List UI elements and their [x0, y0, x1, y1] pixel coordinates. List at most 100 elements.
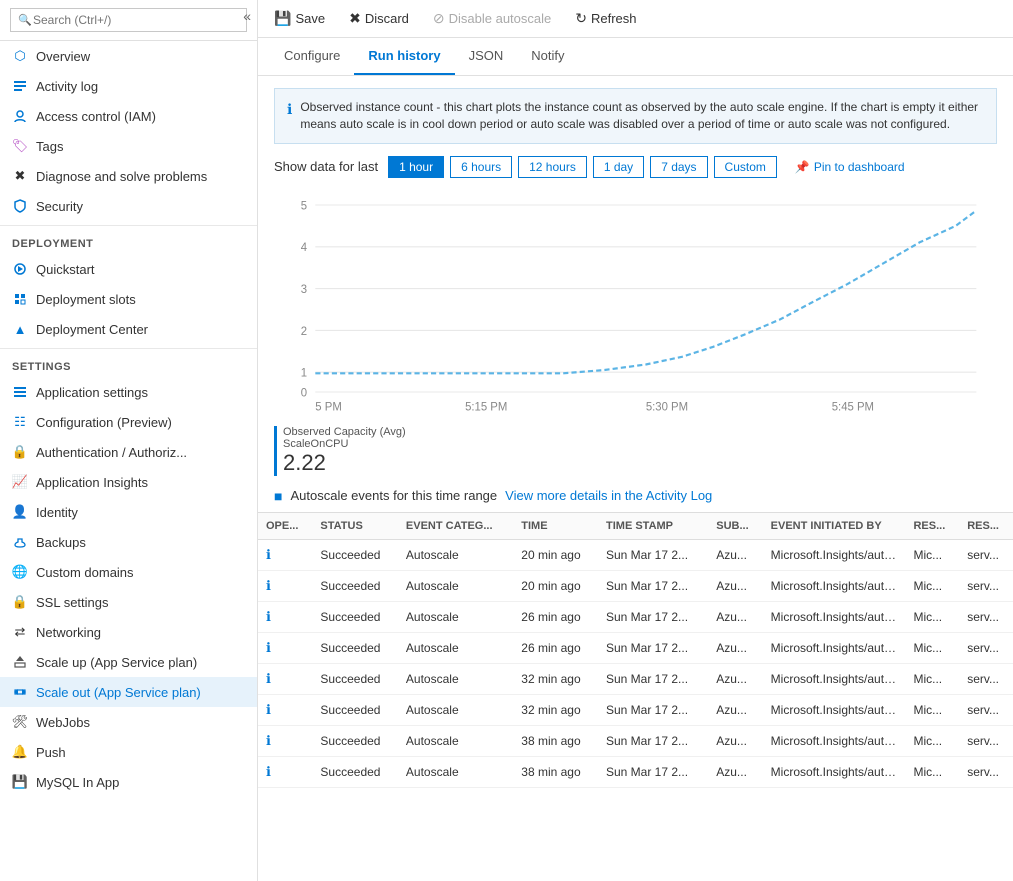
- collapse-sidebar-button[interactable]: «: [237, 0, 257, 32]
- table-row[interactable]: ℹ Succeeded Autoscale 20 min ago Sun Mar…: [258, 539, 1013, 570]
- row-timestamp: Sun Mar 17 2...: [598, 694, 708, 725]
- row-icon-cell: ℹ: [258, 632, 312, 663]
- sidebar-item-label: Push: [36, 745, 66, 760]
- row-res2: serv...: [959, 756, 1013, 787]
- sidebar-item-webjobs[interactable]: 🛠 WebJobs: [0, 707, 257, 737]
- sidebar-item-tags[interactable]: 🏷 Tags: [0, 131, 257, 161]
- row-sub: Azu...: [708, 570, 762, 601]
- sidebar-item-auth[interactable]: 🔒 Authentication / Authoriz...: [0, 437, 257, 467]
- info-text: Observed instance count - this chart plo…: [300, 99, 984, 133]
- sidebar-item-access-control[interactable]: Access control (IAM): [0, 101, 257, 131]
- search-input[interactable]: [10, 8, 247, 32]
- row-category: Autoscale: [398, 570, 513, 601]
- refresh-button[interactable]: ↻ Refresh: [571, 8, 640, 29]
- sidebar-item-diagnose[interactable]: ✖ Diagnose and solve problems: [0, 161, 257, 191]
- table-row[interactable]: ℹ Succeeded Autoscale 32 min ago Sun Mar…: [258, 663, 1013, 694]
- sidebar-item-backups[interactable]: Backups: [0, 527, 257, 557]
- svg-text:1: 1: [301, 366, 307, 379]
- time-btn-1hour[interactable]: 1 hour: [388, 156, 444, 178]
- sidebar-item-app-insights[interactable]: 📈 Application Insights: [0, 467, 257, 497]
- col-header-res1: RES...: [905, 512, 959, 539]
- mysql-icon: 💾: [12, 774, 28, 790]
- sidebar-item-identity[interactable]: 👤 Identity: [0, 497, 257, 527]
- save-button[interactable]: 💾 Save: [270, 8, 329, 29]
- diagnose-icon: ✖: [12, 168, 28, 184]
- time-btn-custom[interactable]: Custom: [714, 156, 777, 178]
- sidebar-item-networking[interactable]: ⇄ Networking: [0, 617, 257, 647]
- row-category: Autoscale: [398, 694, 513, 725]
- custom-domains-icon: 🌐: [12, 564, 28, 580]
- sidebar-item-push[interactable]: 🔔 Push: [0, 737, 257, 767]
- legend-title: Observed Capacity (Avg): [283, 426, 406, 438]
- sidebar-item-scale-up[interactable]: Scale up (App Service plan): [0, 647, 257, 677]
- row-status: Succeeded: [312, 632, 398, 663]
- tab-run-history[interactable]: Run history: [354, 38, 454, 75]
- row-res1: Mic...: [905, 756, 959, 787]
- row-timestamp: Sun Mar 17 2...: [598, 632, 708, 663]
- svg-text:4: 4: [301, 240, 308, 253]
- sidebar-item-quickstart[interactable]: Quickstart: [0, 254, 257, 284]
- sidebar-item-deployment-center[interactable]: ▲ Deployment Center: [0, 314, 257, 344]
- pin-dashboard-button[interactable]: 📌 Pin to dashboard: [795, 160, 905, 174]
- tab-configure[interactable]: Configure: [270, 38, 354, 75]
- discard-label: Discard: [365, 11, 409, 26]
- row-time: 38 min ago: [513, 756, 598, 787]
- table-row[interactable]: ℹ Succeeded Autoscale 26 min ago Sun Mar…: [258, 601, 1013, 632]
- time-btn-12hours[interactable]: 12 hours: [518, 156, 587, 178]
- sidebar-item-activity-log[interactable]: Activity log: [0, 71, 257, 101]
- security-icon: [12, 198, 28, 214]
- deployment-center-icon: ▲: [12, 321, 28, 337]
- chart-svg: 5 4 3 2 1 0 5 PM 5:15 PM 5:30 PM 5:45 PM: [274, 194, 997, 414]
- sidebar-item-app-settings[interactable]: Application settings: [0, 377, 257, 407]
- row-res2: serv...: [959, 725, 1013, 756]
- row-time: 32 min ago: [513, 663, 598, 694]
- sidebar-item-overview[interactable]: ⬡ Overview: [0, 41, 257, 71]
- row-sub: Azu...: [708, 663, 762, 694]
- row-initiated: Microsoft.Insights/autoscale...: [763, 539, 906, 570]
- tab-json[interactable]: JSON: [455, 38, 518, 75]
- row-sub: Azu...: [708, 725, 762, 756]
- time-btn-1day[interactable]: 1 day: [593, 156, 644, 178]
- svg-text:5: 5: [301, 199, 308, 212]
- sidebar-item-mysql[interactable]: 💾 MySQL In App: [0, 767, 257, 797]
- col-header-time: TIME: [513, 512, 598, 539]
- table-row[interactable]: ℹ Succeeded Autoscale 32 min ago Sun Mar…: [258, 694, 1013, 725]
- sidebar-item-label: Backups: [36, 535, 86, 550]
- sidebar-item-label: Tags: [36, 139, 63, 154]
- discard-button[interactable]: ✖ Discard: [345, 8, 413, 29]
- tab-notify[interactable]: Notify: [517, 38, 578, 75]
- row-initiated: Microsoft.Insights/autoscale...: [763, 601, 906, 632]
- row-icon-cell: ℹ: [258, 663, 312, 694]
- row-status: Succeeded: [312, 756, 398, 787]
- table-row[interactable]: ℹ Succeeded Autoscale 38 min ago Sun Mar…: [258, 756, 1013, 787]
- sidebar-item-configuration[interactable]: ☷ Configuration (Preview): [0, 407, 257, 437]
- overview-icon: ⬡: [12, 48, 28, 64]
- auth-icon: 🔒: [12, 444, 28, 460]
- row-timestamp: Sun Mar 17 2...: [598, 663, 708, 694]
- sidebar-item-security[interactable]: Security: [0, 191, 257, 221]
- autoscale-events-header: ■ Autoscale events for this time range V…: [258, 480, 1013, 512]
- col-header-sub: SUB...: [708, 512, 762, 539]
- row-status: Succeeded: [312, 601, 398, 632]
- row-res2: serv...: [959, 632, 1013, 663]
- search-icon: 🔍: [18, 14, 32, 27]
- row-res1: Mic...: [905, 694, 959, 725]
- row-timestamp: Sun Mar 17 2...: [598, 601, 708, 632]
- table-row[interactable]: ℹ Succeeded Autoscale 20 min ago Sun Mar…: [258, 570, 1013, 601]
- time-btn-6hours[interactable]: 6 hours: [450, 156, 512, 178]
- activity-log-link[interactable]: View more details in the Activity Log: [505, 488, 712, 503]
- sidebar-item-deployment-slots[interactable]: Deployment slots: [0, 284, 257, 314]
- time-btn-7days[interactable]: 7 days: [650, 156, 707, 178]
- sidebar-item-ssl-settings[interactable]: 🔒 SSL settings: [0, 587, 257, 617]
- col-header-ope: OPE...: [258, 512, 312, 539]
- sidebar-item-label: Security: [36, 199, 83, 214]
- table-row[interactable]: ℹ Succeeded Autoscale 38 min ago Sun Mar…: [258, 725, 1013, 756]
- disable-autoscale-button[interactable]: ⊘ Disable autoscale: [429, 8, 555, 29]
- sidebar-item-scale-out[interactable]: Scale out (App Service plan): [0, 677, 257, 707]
- table-row[interactable]: ℹ Succeeded Autoscale 26 min ago Sun Mar…: [258, 632, 1013, 663]
- sidebar-item-custom-domains[interactable]: 🌐 Custom domains: [0, 557, 257, 587]
- quickstart-icon: [12, 261, 28, 277]
- refresh-label: Refresh: [591, 11, 637, 26]
- row-icon-cell: ℹ: [258, 601, 312, 632]
- sidebar-item-label: Configuration (Preview): [36, 415, 172, 430]
